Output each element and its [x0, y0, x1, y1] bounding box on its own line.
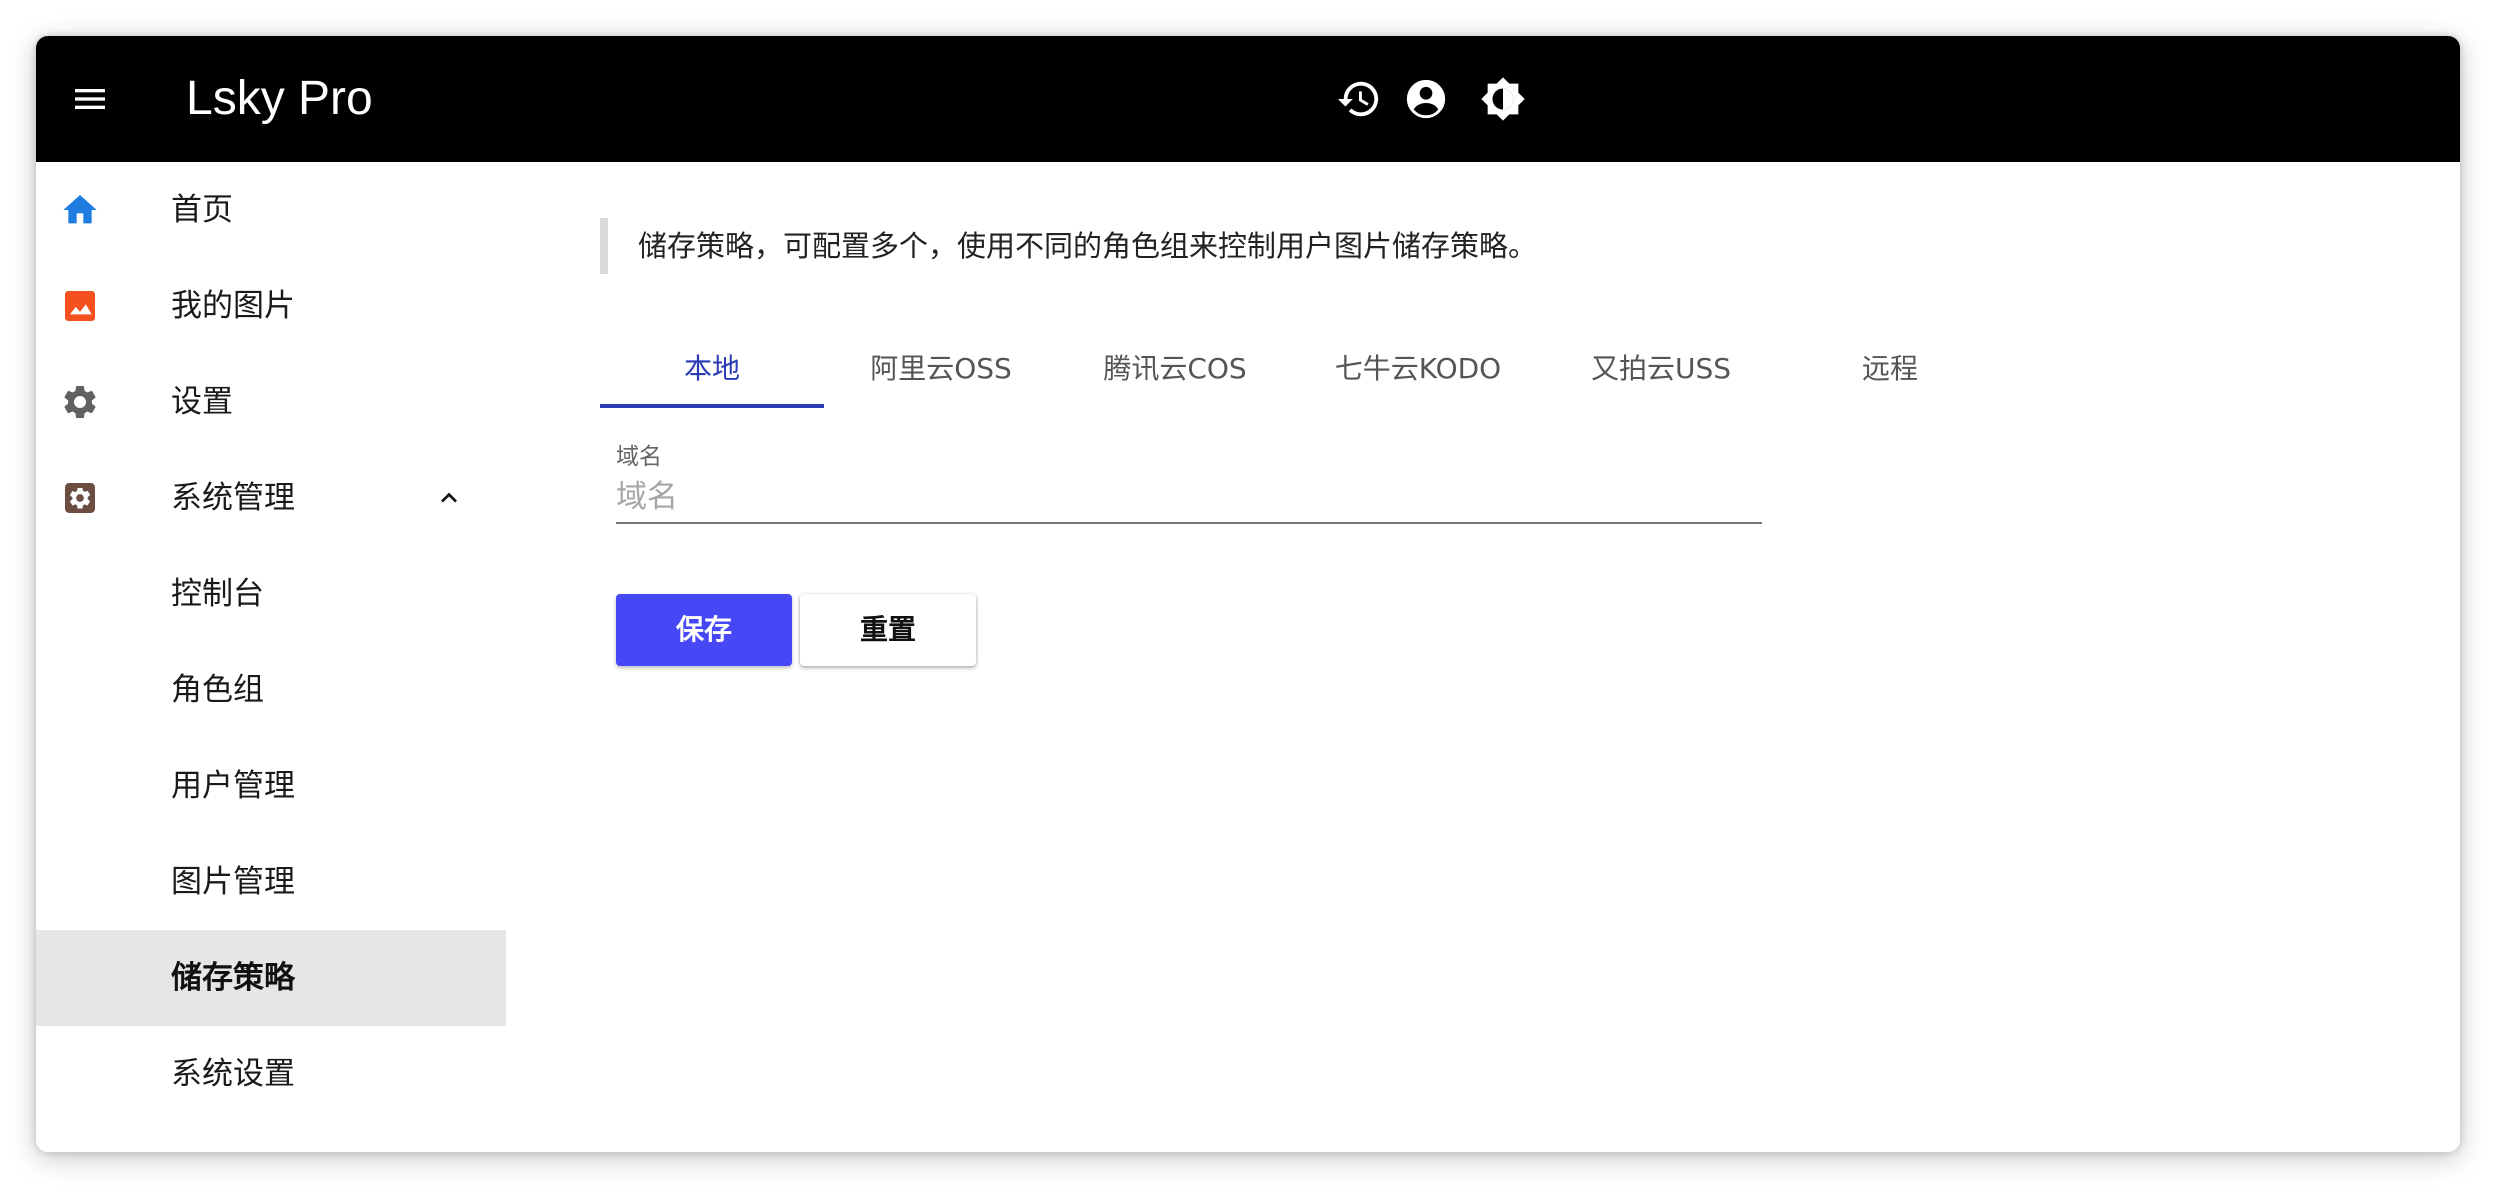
sidebar-item-label: 系统设置: [171, 1056, 295, 1092]
sidebar-item-settings[interactable]: 设置: [36, 354, 506, 450]
app-window: Lsky Pro 首页 我的图片 设置 系统管理 控制台 角色组 用户管理 图片…: [36, 36, 2460, 1152]
tab-local[interactable]: 本地: [600, 330, 824, 408]
account-circle-icon[interactable]: [1403, 76, 1449, 122]
sidebar-item-label: 首页: [171, 192, 233, 228]
sidebar-item-storage-strategy[interactable]: 储存策略: [36, 930, 506, 1026]
home-icon: [63, 195, 97, 224]
sidebar-item-label: 用户管理: [171, 768, 295, 804]
tab-aliyun-oss[interactable]: 阿里云OSS: [824, 330, 1058, 408]
sidebar-item-label: 图片管理: [171, 864, 295, 900]
domain-input[interactable]: [616, 472, 1762, 524]
main-content: 储存策略，可配置多个，使用不同的角色组来控制用户图片储存策略。 本地 阿里云OS…: [506, 162, 2460, 1152]
image-icon: [65, 291, 95, 321]
reset-button[interactable]: 重置: [800, 594, 976, 666]
domain-field-label: 域名: [616, 444, 662, 470]
sidebar-item-label: 控制台: [171, 576, 264, 612]
chevron-up-icon[interactable]: [433, 482, 465, 514]
tab-upyun-uss[interactable]: 又拍云USS: [1544, 330, 1778, 408]
sidebar-item-my-images[interactable]: 我的图片: [36, 258, 506, 354]
sidebar-item-image-management[interactable]: 图片管理: [36, 834, 506, 930]
active-tab-indicator: [600, 404, 824, 408]
sidebar-item-role-groups[interactable]: 角色组: [36, 642, 506, 738]
sidebar-item-system-admin[interactable]: 系统管理: [36, 450, 506, 546]
sidebar-item-system-settings[interactable]: 系统设置: [36, 1026, 506, 1122]
sidebar-item-user-management[interactable]: 用户管理: [36, 738, 506, 834]
gear-icon: [64, 385, 96, 418]
history-icon[interactable]: [1336, 76, 1382, 122]
sidebar-item-label: 我的图片: [171, 288, 295, 324]
sidebar-item-console[interactable]: 控制台: [36, 546, 506, 642]
sidebar-item-label: 储存策略: [171, 960, 295, 996]
sidebar-item-label: 设置: [171, 384, 233, 420]
admin-settings-icon: [65, 483, 95, 513]
tab-remote[interactable]: 远程: [1778, 330, 2002, 408]
app-title: Lsky Pro: [186, 72, 373, 125]
tab-qiniu-kodo[interactable]: 七牛云KODO: [1292, 330, 1544, 408]
menu-icon[interactable]: [70, 79, 110, 119]
sidebar-item-label: 系统管理: [171, 480, 295, 516]
brightness-icon[interactable]: [1480, 76, 1526, 122]
save-button[interactable]: 保存: [616, 594, 792, 666]
notice-text: 储存策略，可配置多个，使用不同的角色组来控制用户图片储存策略。: [600, 218, 1537, 274]
tab-tencent-cos[interactable]: 腾讯云COS: [1058, 330, 1292, 408]
app-bar: Lsky Pro: [36, 36, 2460, 162]
storage-tabs: 本地 阿里云OSS 腾讯云COS 七牛云KODO 又拍云USS 远程: [600, 330, 2000, 408]
sidebar-item-home[interactable]: 首页: [36, 162, 506, 258]
sidebar: 首页 我的图片 设置 系统管理 控制台 角色组 用户管理 图片管理 储存策略 系…: [36, 162, 506, 1152]
sidebar-item-label: 角色组: [171, 672, 264, 708]
